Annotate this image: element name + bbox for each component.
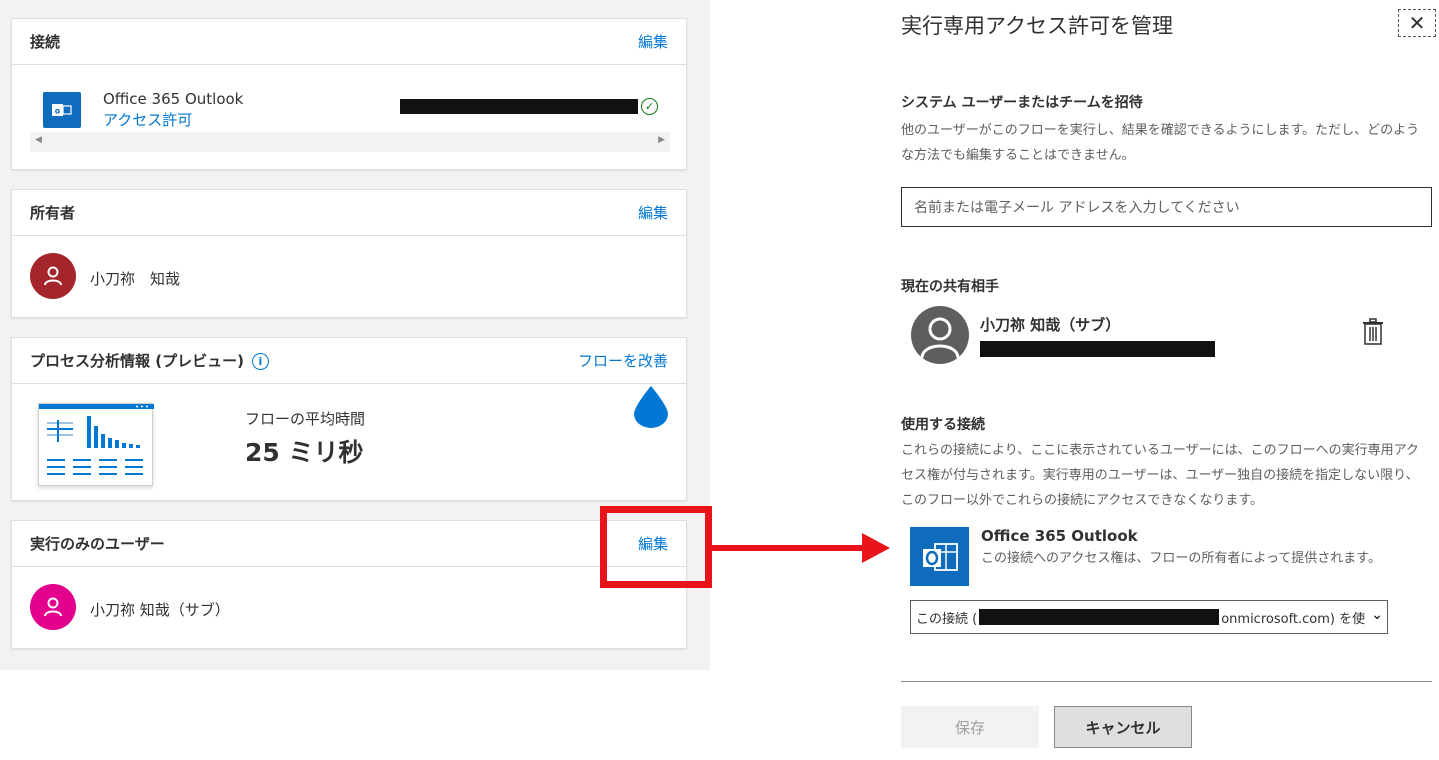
owners-card-header: 所有者 編集 — [12, 190, 686, 236]
redacted-account — [979, 609, 1220, 625]
connections-title: 接続 — [30, 33, 61, 51]
connections-description: これらの接続により、ここに表示されているユーザーには、このフローへの実行専用アク… — [901, 443, 1419, 508]
permission-link[interactable]: アクセス許可 — [103, 109, 192, 130]
connections-heading: 使用する接続 — [901, 417, 985, 433]
close-button[interactable]: ✕ — [1398, 9, 1436, 37]
avg-duration-value: 25 ミリ秒 — [245, 438, 364, 467]
edit-highlight-box — [600, 506, 712, 588]
process-insights-card: プロセス分析情報 (プレビュー) i フローを改善 フローの平均時間 25 ミリ秒 — [11, 337, 687, 501]
callout-arrow-line — [712, 545, 867, 551]
info-icon[interactable]: i — [251, 353, 269, 370]
select-prefix: この接続 ( — [916, 611, 978, 627]
outlook-icon — [910, 527, 969, 586]
horizontal-scrollbar[interactable]: ◀ ▶ — [30, 132, 670, 152]
person-icon — [44, 597, 62, 617]
save-button[interactable]: 保存 — [901, 706, 1039, 748]
check-circle-icon: ✓ — [641, 98, 658, 115]
owners-edit-link[interactable]: 編集 — [638, 202, 668, 223]
callout-arrow-head — [862, 533, 890, 563]
person-icon — [920, 317, 960, 359]
shared-heading: 現在の共有相手 — [901, 279, 999, 295]
person-icon — [44, 266, 62, 286]
connection-select[interactable]: この接続 ( onmicrosoft.com) を使 ⌄ — [910, 600, 1388, 634]
water-drop-icon — [634, 386, 668, 428]
connection-description: この接続へのアクセス権は、フローの所有者によって提供されます。 — [981, 551, 1382, 566]
process-title: プロセス分析情報 (プレビュー) — [30, 352, 244, 370]
select-suffix: onmicrosoft.com) を使 — [1221, 611, 1366, 627]
shared-user-avatar — [911, 306, 969, 364]
avg-duration-label: フローの平均時間 — [245, 410, 366, 428]
run-only-user-avatar — [30, 584, 76, 630]
owner-avatar — [30, 253, 76, 299]
trash-icon[interactable] — [1362, 318, 1384, 346]
chevron-down-icon: ⌄ — [1371, 607, 1383, 623]
cancel-button[interactable]: キャンセル — [1054, 706, 1192, 748]
outlook-icon: o — [43, 92, 81, 128]
invite-description: 他のユーザーがこのフローを実行し、結果を確認できるようにします。ただし、どのよう… — [901, 123, 1420, 163]
redacted-account — [400, 99, 638, 114]
user-search-input[interactable]: 名前または電子メール アドレスを入力してください — [901, 187, 1432, 227]
scroll-left-icon[interactable]: ◀ — [35, 135, 42, 145]
connection-name-dialog: Office 365 Outlook — [981, 527, 1138, 545]
scroll-right-icon[interactable]: ▶ — [658, 135, 665, 145]
owners-title: 所有者 — [30, 204, 76, 222]
run-only-user-name: 小刀祢 知哉（サブ） — [90, 601, 230, 619]
dialog-title: 実行専用アクセス許可を管理 — [901, 14, 1173, 38]
process-title-wrap: プロセス分析情報 (プレビュー) i — [30, 350, 269, 371]
owner-name: 小刀祢 知哉 — [90, 270, 181, 288]
redacted-email — [980, 341, 1215, 357]
run-only-users-card: 実行のみのユーザー 編集 小刀祢 知哉（サブ） — [11, 520, 687, 649]
connections-card: 接続 編集 o Office 365 Outlook アクセス許可 ✓ ◀ ▶ — [11, 18, 687, 170]
close-icon: ✕ — [1408, 11, 1426, 35]
improve-flow-link[interactable]: フローを改善 — [578, 350, 668, 371]
invite-heading: システム ユーザーまたはチームを招待 — [901, 95, 1143, 111]
connections-edit-link[interactable]: 編集 — [638, 31, 668, 52]
process-chart-thumbnail — [38, 403, 154, 486]
owners-card: 所有者 編集 小刀祢 知哉 — [11, 189, 687, 318]
connections-card-header: 接続 編集 — [12, 19, 686, 65]
svg-text:o: o — [55, 107, 61, 116]
run-only-title: 実行のみのユーザー — [30, 535, 165, 553]
run-only-card-header: 実行のみのユーザー 編集 — [12, 521, 686, 567]
process-card-header: プロセス分析情報 (プレビュー) i フローを改善 — [12, 338, 686, 384]
connection-name: Office 365 Outlook — [103, 90, 244, 108]
footer-divider — [901, 681, 1432, 682]
shared-user-name: 小刀祢 知哉（サブ） — [980, 316, 1121, 334]
